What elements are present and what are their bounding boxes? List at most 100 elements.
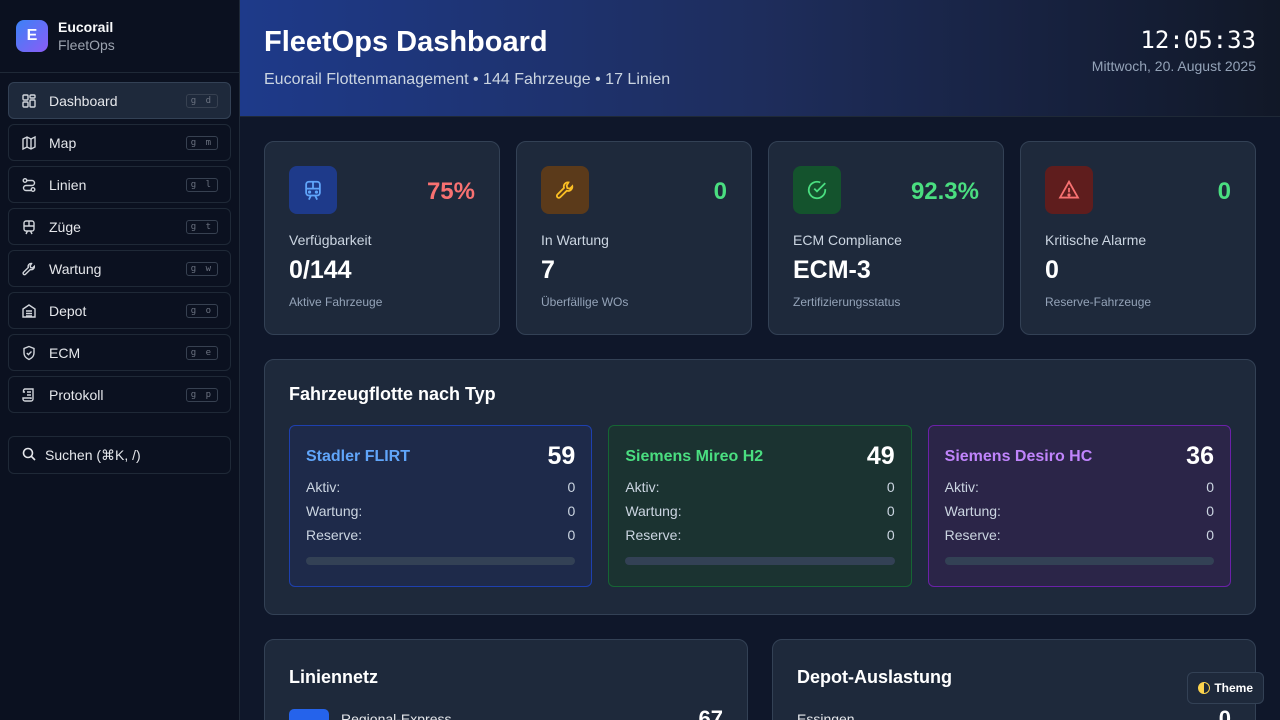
reserve-count: 0 xyxy=(567,527,576,543)
kpi-row: 75% Verfügbarkeit 0/144 Aktive Fahrzeuge… xyxy=(264,141,1256,335)
sidebar-item-label: Wartung xyxy=(49,260,102,277)
line-count: 67 xyxy=(698,706,723,720)
train-icon xyxy=(21,219,37,235)
active-count: 0 xyxy=(1206,479,1214,495)
search-button[interactable]: Suchen (⌘K, /) xyxy=(8,436,231,474)
progress-bar xyxy=(625,557,895,565)
sidebar-item-label: ECM xyxy=(49,344,81,361)
depot-icon xyxy=(21,303,37,319)
shield-icon xyxy=(21,345,37,361)
kpi-value: 92.3% xyxy=(910,178,979,205)
kpi-subtext: Überfällige WOs xyxy=(541,295,629,309)
shortcut-hint: g m xyxy=(185,135,218,150)
kpi-subtext: Reserve-Fahrzeuge xyxy=(1045,295,1152,309)
kpi-card-critical-alarms[interactable]: 0 Kritische Alarme 0 Reserve-Fahrzeuge xyxy=(1020,141,1256,335)
clock: 12:05:33 xyxy=(1140,26,1256,54)
shortcut-hint: g w xyxy=(185,261,218,276)
sidebar-item-linien[interactable]: Linien g l xyxy=(8,166,231,203)
row-label: Wartung: xyxy=(944,503,1001,519)
section-title: Fahrzeugflotte nach Typ xyxy=(289,384,496,404)
sidebar-item-zuege[interactable]: Züge g t xyxy=(8,208,231,245)
row-label: Reserve: xyxy=(625,527,682,543)
kpi-subtext: Zertifizierungsstatus xyxy=(793,295,901,309)
shortcut-hint: g t xyxy=(185,219,218,234)
sidebar-item-dashboard[interactable]: Dashboard g d xyxy=(8,82,231,119)
fleet-type-name: Siemens Mireo H2 xyxy=(625,447,764,465)
depot-value: 0 xyxy=(1218,706,1231,720)
kpi-label: In Wartung xyxy=(541,232,609,248)
list-item[interactable]: Regional-Express 67 xyxy=(289,706,723,720)
grid-icon xyxy=(21,93,37,109)
page-title: FleetOps Dashboard xyxy=(264,26,548,58)
page-subtitle: Eucorail Flottenmanagement • 144 Fahrzeu… xyxy=(264,71,671,88)
section-title: Liniennetz xyxy=(289,667,378,687)
shortcut-hint: g e xyxy=(185,345,218,360)
date: Mittwoch, 20. August 2025 xyxy=(1091,58,1256,74)
fleet-card-stadler-flirt[interactable]: Stadler FLIRT 59 Aktiv: 0 Wartung: 0 Reser… xyxy=(289,425,593,587)
fleet-card-siemens-desiro-hc[interactable]: Siemens Desiro HC 36 Aktiv: 0 Wartung: 0 R… xyxy=(927,425,1231,587)
shortcut-hint: g l xyxy=(185,177,218,192)
reserve-count: 0 xyxy=(886,527,895,543)
maintenance-count: 0 xyxy=(886,503,895,519)
sidebar-item-label: Protokoll xyxy=(49,386,104,403)
active-count: 0 xyxy=(567,479,576,495)
row-label: Aktiv: xyxy=(306,479,341,495)
brand[interactable]: E Eucorail FleetOps xyxy=(0,0,239,73)
kpi-value: 75% xyxy=(426,178,475,205)
page-header: FleetOps Dashboard Eucorail Flottenmanag… xyxy=(240,0,1280,117)
shortcut-hint: g o xyxy=(185,303,218,318)
row-label: Aktiv: xyxy=(944,479,979,495)
maintenance-count: 0 xyxy=(567,503,576,519)
scroll-icon xyxy=(21,387,37,403)
kpi-subtext: Aktive Fahrzeuge xyxy=(289,295,383,309)
alert-triangle-icon xyxy=(1045,166,1093,214)
sidebar-item-wartung[interactable]: Wartung g w xyxy=(8,250,231,287)
section-title: Depot-Auslastung xyxy=(797,667,952,687)
wrench-icon xyxy=(541,166,589,214)
fleet-by-type-panel: Fahrzeugflotte nach Typ Stadler FLIRT 59… xyxy=(264,359,1256,615)
fleet-type-name: Stadler FLIRT xyxy=(306,447,411,465)
depot-utilization-panel: Depot-Auslastung Essingen 0 xyxy=(772,639,1256,720)
sidebar-item-depot[interactable]: Depot g o xyxy=(8,292,231,329)
sidebar-item-label: Dashboard xyxy=(49,92,118,109)
kpi-label: ECM Compliance xyxy=(793,232,902,248)
kpi-card-availability[interactable]: 75% Verfügbarkeit 0/144 Aktive Fahrzeuge xyxy=(264,141,500,335)
fleet-card-siemens-mireo-h2[interactable]: Siemens Mireo H2 49 Aktiv: 0 Wartung: 0 Re… xyxy=(608,425,912,587)
wrench-icon xyxy=(21,261,37,277)
theme-toggle-button[interactable]: Theme xyxy=(1187,672,1264,704)
depot-name: Essingen xyxy=(797,711,855,720)
sidebar-item-ecm[interactable]: ECM g e xyxy=(8,334,231,371)
kpi-card-maintenance[interactable]: 0 In Wartung 7 Überfällige WOs xyxy=(516,141,752,335)
active-count: 0 xyxy=(886,479,895,495)
fleet-type-count: 49 xyxy=(866,442,895,470)
sidebar-item-protokoll[interactable]: Protokoll g p xyxy=(8,376,231,413)
line-color-swatch xyxy=(289,709,329,720)
kpi-main-value: 0/144 xyxy=(289,256,352,284)
brand-logo: E xyxy=(16,20,48,52)
kpi-label: Kritische Alarme xyxy=(1045,232,1147,248)
kpi-label: Verfügbarkeit xyxy=(289,232,372,248)
kpi-value: 0 xyxy=(1217,178,1231,205)
map-icon xyxy=(21,135,37,151)
kpi-main-value: ECM-3 xyxy=(793,256,871,284)
fleet-type-name: Siemens Desiro HC xyxy=(944,447,1093,465)
brand-subtitle: FleetOps xyxy=(58,37,115,53)
line-network-panel: Liniennetz Regional-Express 67 xyxy=(264,639,748,720)
search-label: Suchen (⌘K, /) xyxy=(45,446,141,463)
sidebar-item-label: Map xyxy=(49,134,77,151)
train-icon xyxy=(289,166,337,214)
route-icon xyxy=(21,177,37,193)
fleet-type-count: 59 xyxy=(547,442,576,470)
fleet-type-count: 36 xyxy=(1186,442,1214,470)
sidebar-item-map[interactable]: Map g m xyxy=(8,124,231,161)
row-label: Reserve: xyxy=(944,527,1001,543)
progress-bar xyxy=(306,557,576,565)
shortcut-hint: g d xyxy=(185,93,218,108)
kpi-card-ecm-compliance[interactable]: 92.3% ECM Compliance ECM-3 Zertifizierun… xyxy=(768,141,1004,335)
kpi-main-value: 0 xyxy=(1045,256,1059,284)
kpi-value: 0 xyxy=(713,178,727,205)
row-label: Reserve: xyxy=(306,527,363,543)
reserve-count: 0 xyxy=(1206,527,1214,543)
brand-name: Eucorail xyxy=(58,19,114,35)
list-item[interactable]: Essingen 0 xyxy=(797,706,1231,720)
